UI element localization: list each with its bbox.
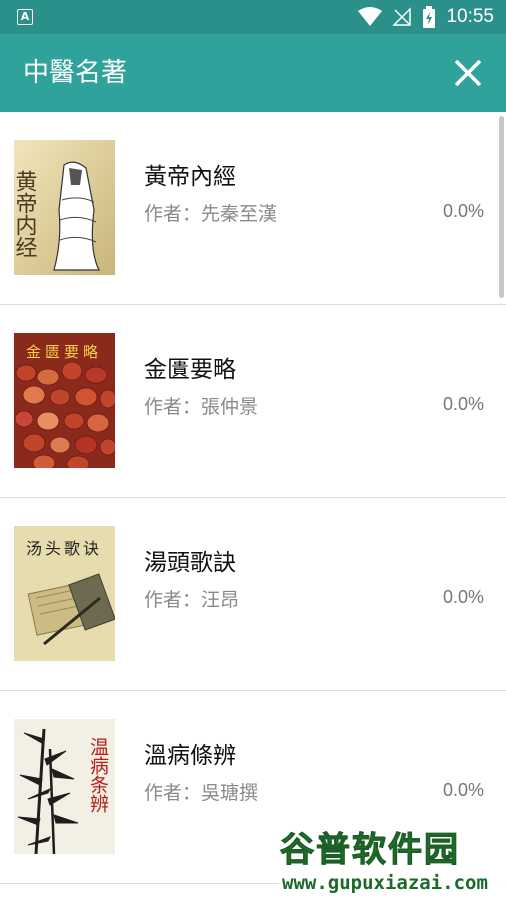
reading-progress: 0.0% [442,394,484,414]
cover-title-text: 汤头歌诀 [26,539,102,558]
book-title: 金匱要略 [144,357,236,383]
wifi-icon [358,7,383,26]
app-toolbar: 中醫名著 [0,34,506,112]
status-icons: 10:55 [358,0,494,34]
watermark-url: www.gupuxiazai.com [282,872,488,894]
watermark: 谷普软件园 www.gupuxiazai.com [278,820,506,900]
cover-title-text: 温病条辨 [87,737,109,813]
reading-progress: 0.0% [442,201,484,221]
close-button[interactable] [448,53,488,93]
watermark-name: 谷普软件园 [280,830,460,871]
cover-title-text: 黄帝内经 [14,170,38,258]
book-cover-image: 金匮要略 [14,333,115,468]
book-title: 溫病條辨 [144,743,236,769]
battery-charging-icon [423,6,436,28]
book-author: 作者：張仲景 [144,396,259,418]
book-title: 湯頭歌訣 [144,550,236,576]
book-cover-image: 温病条辨 [14,719,115,854]
book-author: 作者：汪昂 [144,589,240,611]
no-signal-icon [392,7,412,26]
book-author: 作者：先秦至漢 [144,203,278,225]
page-title: 中醫名著 [23,58,128,88]
cover-title-text: 金匮要略 [26,343,102,361]
notification-icon: A [17,9,33,25]
list-scrollbar[interactable] [499,116,504,298]
book-item-tangtou-gejue[interactable]: 汤头歌诀 湯頭歌訣 作者：汪昂 0.0% [0,498,506,691]
reading-progress: 0.0% [442,780,484,800]
book-cover-image: 汤头歌诀 [14,526,115,661]
status-bar: A 10:55 [0,0,506,34]
close-icon [454,59,482,87]
book-title: 黃帝內經 [144,164,236,190]
book-cover-image: 黄帝内经 [14,140,115,275]
book-item-huangdi-neijing[interactable]: 黄帝内经 黃帝內經 作者：先秦至漢 0.0% [0,112,506,305]
reading-progress: 0.0% [442,587,484,607]
status-time: 10:55 [446,6,494,27]
book-item-jingui-yaolue[interactable]: 金匮要略 金匱要略 作者：張仲景 0.0% [0,305,506,498]
book-author: 作者：吳瑭撰 [144,782,259,804]
book-list: 黄帝内经 黃帝內經 作者：先秦至漢 0.0% 金匮要略 金匱要略 作者：張仲景 … [0,112,506,884]
